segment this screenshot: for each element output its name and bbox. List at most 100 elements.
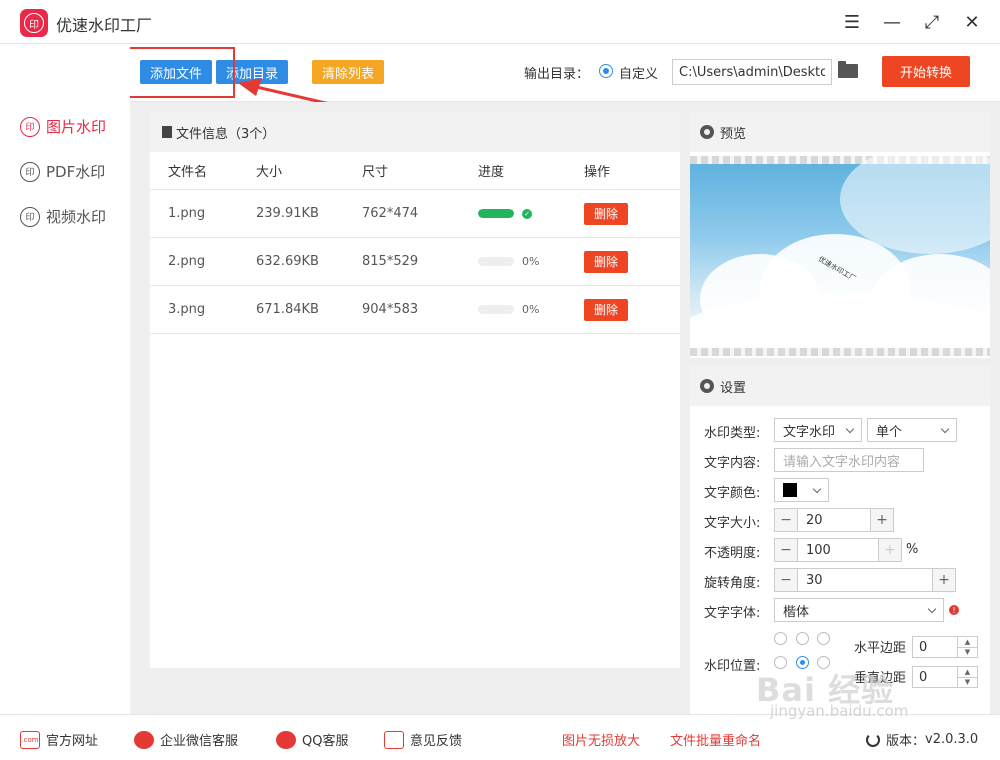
file-size: 239.91KB (256, 206, 319, 221)
preview-image: 优速水印工厂 (690, 156, 990, 356)
vertical-margin-stepper[interactable]: 0 ▲ ▼ (912, 666, 978, 688)
refresh-icon[interactable] (866, 732, 880, 747)
file-icon (162, 126, 172, 138)
chevron-down-icon[interactable]: ▼ (958, 678, 977, 688)
rotation-value[interactable]: 30 (797, 569, 933, 591)
check-icon: ✓ (522, 208, 532, 219)
table-row: 3.png 671.84KB 904*583 0% 删除 (150, 286, 680, 334)
column-header: 尺寸 (362, 165, 389, 180)
sidebar-item-pdf-watermark[interactable]: 印 PDF水印 (20, 161, 105, 182)
image-watermark-icon: 印 (20, 116, 40, 137)
settings-title: 设置 (720, 380, 747, 396)
footer-wechat-link[interactable]: 企业微信客服 (134, 730, 238, 749)
text-color-label: 文字颜色: (704, 486, 761, 501)
website-icon: .com (20, 730, 40, 749)
horizontal-margin-value[interactable]: 0 (913, 637, 957, 657)
font-label: 文字字体: (704, 606, 761, 621)
close-icon[interactable]: ✕ (960, 10, 984, 34)
footer-upscale-link[interactable]: 图片无损放大 (562, 730, 640, 749)
file-panel-header: 文件信息（3个） (150, 112, 680, 152)
position-label: 水印位置: (704, 659, 761, 674)
footer-qq-link[interactable]: QQ客服 (276, 730, 348, 749)
table-header: 文件名 大小 尺寸 进度 操作 (150, 152, 680, 190)
minus-icon[interactable]: − (775, 539, 797, 561)
delete-button[interactable]: 删除 (584, 250, 628, 273)
text-size-stepper[interactable]: − 20 + (774, 508, 894, 532)
settings-header: 设置 (690, 366, 990, 406)
menu-icon[interactable]: ☰ (840, 10, 864, 34)
app-logo-icon: 印 (20, 9, 48, 37)
position-top-center[interactable] (796, 632, 809, 645)
footer-website-label: 官方网址 (46, 734, 99, 749)
video-watermark-icon: 印 (20, 206, 40, 227)
progress-cell: ✓ (478, 208, 584, 219)
annotation-highlight-box (121, 47, 235, 98)
custom-output-radio[interactable] (599, 64, 613, 78)
gear-icon (700, 125, 714, 139)
delete-button[interactable]: 删除 (584, 298, 628, 321)
preview-header: 预览 (690, 112, 990, 152)
minus-icon[interactable]: − (775, 509, 797, 531)
footer-rename-link[interactable]: 文件批量重命名 (670, 730, 761, 749)
file-dims: 815*529 (362, 254, 419, 269)
delete-button[interactable]: 删除 (584, 202, 628, 225)
maximize-icon[interactable]: ⤢ (920, 10, 944, 34)
progress-bar (478, 209, 514, 218)
rotation-stepper[interactable]: − 30 + (774, 568, 956, 592)
watermark-type-select[interactable]: 文字水印 (774, 418, 862, 442)
watermark-mode-value: 单个 (876, 424, 903, 440)
chevron-down-icon (927, 604, 937, 614)
footer-bar: .com 官方网址 企业微信客服 QQ客服 意见反馈 图片无损放大 文件批量重命名… (0, 714, 1000, 760)
file-list-panel: 文件信息（3个） 文件名 大小 尺寸 进度 操作 1.png 239.91KB … (150, 112, 680, 668)
folder-icon[interactable] (838, 61, 858, 78)
qq-icon (276, 730, 296, 749)
text-color-picker[interactable] (774, 478, 829, 502)
warning-icon: ! (949, 605, 959, 615)
opacity-stepper[interactable]: − 100 + (774, 538, 902, 562)
output-path-input[interactable] (672, 59, 832, 85)
minus-icon[interactable]: − (775, 569, 797, 591)
vertical-margin-value[interactable]: 0 (913, 667, 957, 687)
opacity-value[interactable]: 100 (797, 539, 879, 561)
preview-panel: 预览 优速水印工厂 (690, 112, 990, 358)
color-swatch (783, 483, 797, 497)
plus-icon[interactable]: + (933, 569, 955, 591)
watermark-mode-select[interactable]: 单个 (867, 418, 957, 442)
gear-icon (700, 379, 714, 393)
file-dims: 762*474 (362, 206, 419, 221)
opacity-label: 不透明度: (704, 546, 761, 561)
file-panel-title: 文件信息（3个） (176, 126, 276, 142)
chevron-up-icon[interactable]: ▲ (958, 667, 977, 678)
progress-cell: 0% (478, 303, 584, 316)
footer-website-link[interactable]: .com 官方网址 (20, 730, 98, 749)
progress-text: 0% (522, 255, 540, 268)
footer-feedback-link[interactable]: 意见反馈 (384, 730, 462, 749)
position-top-right[interactable] (817, 632, 830, 645)
watermark-type-label: 水印类型: (704, 426, 761, 441)
chevron-up-icon[interactable]: ▲ (958, 637, 977, 648)
text-size-value[interactable]: 20 (797, 509, 871, 531)
position-top-left[interactable] (774, 632, 787, 645)
film-strip-bottom (690, 348, 990, 356)
sidebar-item-video-watermark[interactable]: 印 视频水印 (20, 206, 106, 227)
chevron-down-icon[interactable]: ▼ (958, 648, 977, 658)
column-header: 操作 (584, 165, 611, 180)
plus-icon[interactable]: + (871, 509, 893, 531)
rotation-label: 旋转角度: (704, 576, 761, 591)
horizontal-margin-stepper[interactable]: 0 ▲ ▼ (912, 636, 978, 658)
chevron-down-icon (845, 424, 855, 434)
sky-background: 优速水印工厂 (690, 156, 990, 356)
column-header: 大小 (256, 165, 283, 180)
sidebar-item-image-watermark[interactable]: 印 图片水印 (20, 116, 106, 137)
file-name: 2.png (168, 254, 206, 269)
output-dir-label: 输出目录： (524, 67, 590, 82)
minimize-icon[interactable]: — (880, 10, 904, 34)
start-convert-button[interactable]: 开始转换 (882, 56, 970, 87)
text-content-input[interactable]: 请输入文字水印内容 (774, 448, 924, 472)
sidebar-item-label: PDF水印 (46, 163, 106, 181)
plus-icon[interactable]: + (879, 539, 901, 561)
progress-bar (478, 257, 514, 266)
font-select[interactable]: 楷体 (774, 598, 944, 622)
sidebar: 印 图片水印 印 PDF水印 印 视频水印 (0, 44, 130, 714)
title-bar: 印 优速水印工厂 ☰ — ⤢ ✕ (0, 0, 1000, 44)
